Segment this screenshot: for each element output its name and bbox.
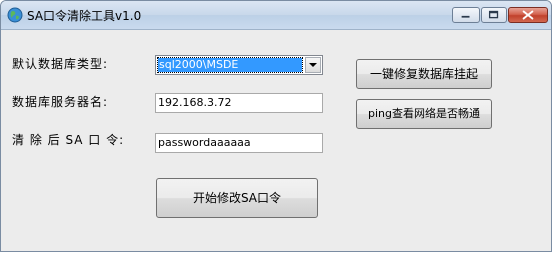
maximize-button[interactable] xyxy=(481,7,507,23)
db-type-selected-value: sql2000\MSDE xyxy=(157,57,303,73)
repair-database-button[interactable]: 一键修复数据库挂起 xyxy=(356,59,492,89)
title-bar[interactable]: SA口令清除工具v1.0 xyxy=(1,1,551,30)
server-name-input[interactable]: 192.168.3.72 xyxy=(155,93,323,113)
chevron-down-icon xyxy=(309,63,317,67)
minimize-icon xyxy=(461,15,470,18)
globe-icon xyxy=(7,7,23,23)
main-window: SA口令清除工具v1.0 默认数据库类型: sql2000\MSDE 数据库服务… xyxy=(0,0,552,252)
close-button[interactable] xyxy=(508,7,548,23)
dropdown-button[interactable] xyxy=(305,57,321,73)
ping-network-button[interactable]: ping查看网络是否畅通 xyxy=(356,99,492,129)
sa-password-input[interactable]: passwordaaaaaa xyxy=(155,133,323,153)
minimize-button[interactable] xyxy=(452,7,480,23)
close-icon xyxy=(522,10,534,20)
maximize-icon xyxy=(488,10,499,19)
db-type-label: 默认数据库类型: xyxy=(12,57,109,71)
db-type-select[interactable]: sql2000\MSDE xyxy=(155,55,323,75)
window-title: SA口令清除工具v1.0 xyxy=(27,9,142,23)
change-sa-password-button[interactable]: 开始修改SA口令 xyxy=(156,178,318,218)
sa-password-label: 清 除 后 SA 口 令: xyxy=(12,133,125,147)
server-name-label: 数据库服务器名: xyxy=(12,95,109,109)
